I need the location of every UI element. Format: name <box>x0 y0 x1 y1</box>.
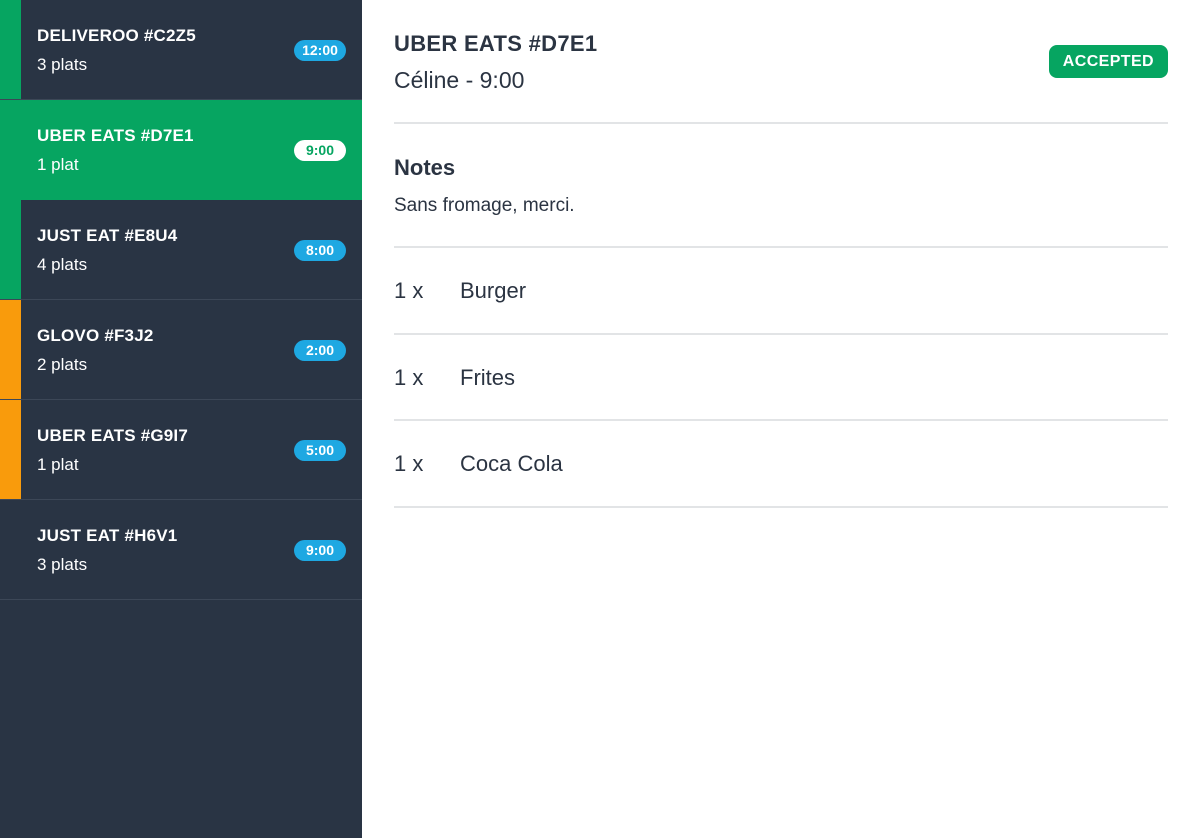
order-time-badge: 9:00 <box>294 140 346 161</box>
order-item-count: 1 plat <box>37 455 79 474</box>
order-list-item[interactable]: JUST EAT #E8U4 4 plats 8:00 <box>0 200 362 300</box>
item-name: Burger <box>460 278 527 303</box>
order-detail-panel: UBER EATS #D7E1 Céline - 9:00 ACCEPTED N… <box>394 0 1168 838</box>
order-item-count: 1 plat <box>37 155 79 174</box>
order-list-item[interactable]: UBER EATS #G9I7 1 plat 5:00 <box>0 400 362 500</box>
order-time-badge: 9:00 <box>294 540 346 561</box>
order-item-count: 4 plats <box>37 255 88 274</box>
order-status-accent <box>0 300 21 399</box>
order-title: DELIVEROO #C2Z5 <box>37 26 196 45</box>
item-quantity: 1 x <box>394 278 424 303</box>
order-title: UBER EATS #G9I7 <box>37 426 189 445</box>
order-sidebar: DELIVEROO #C2Z5 3 plats 12:00 UBER EATS … <box>0 0 362 838</box>
divider <box>394 122 1168 124</box>
order-status-accent <box>0 200 21 299</box>
order-status-accent <box>0 400 21 499</box>
order-list-item[interactable]: GLOVO #F3J2 2 plats 2:00 <box>0 300 362 400</box>
order-status-accent <box>0 0 21 99</box>
order-list-item[interactable]: JUST EAT #H6V1 3 plats 9:00 <box>0 500 362 600</box>
order-title: GLOVO #F3J2 <box>37 326 154 345</box>
order-title: JUST EAT #E8U4 <box>37 226 178 245</box>
order-item-count: 3 plats <box>37 555 88 574</box>
item-quantity: 1 x <box>394 365 424 390</box>
order-line-item: 1 x Burger <box>394 248 1168 334</box>
order-item-count: 3 plats <box>37 55 88 74</box>
order-line-item: 1 x Frites <box>394 335 1168 421</box>
divider <box>394 506 1168 508</box>
order-detail-title: UBER EATS #D7E1 <box>394 31 598 56</box>
order-title: JUST EAT #H6V1 <box>37 526 178 545</box>
order-list-item[interactable]: DELIVEROO #C2Z5 3 plats 12:00 <box>0 0 362 100</box>
notes-text: Sans fromage, merci. <box>394 195 575 216</box>
item-name: Coca Cola <box>460 451 563 476</box>
order-time-badge: 5:00 <box>294 440 346 461</box>
order-item-count: 2 plats <box>37 355 88 374</box>
item-quantity: 1 x <box>394 451 424 476</box>
order-list-item[interactable]: UBER EATS #D7E1 1 plat 9:00 <box>0 100 362 200</box>
order-time-badge: 8:00 <box>294 240 346 261</box>
order-title: UBER EATS #D7E1 <box>37 126 194 145</box>
status-badge: ACCEPTED <box>1048 45 1168 78</box>
order-time-badge: 2:00 <box>294 340 346 361</box>
order-customer-time: Céline - 9:00 <box>394 67 525 93</box>
order-status-accent <box>0 100 21 199</box>
order-time-badge: 12:00 <box>294 40 346 61</box>
notes-heading: Notes <box>394 155 456 180</box>
item-name: Frites <box>460 365 515 390</box>
order-line-item: 1 x Coca Cola <box>394 421 1168 507</box>
